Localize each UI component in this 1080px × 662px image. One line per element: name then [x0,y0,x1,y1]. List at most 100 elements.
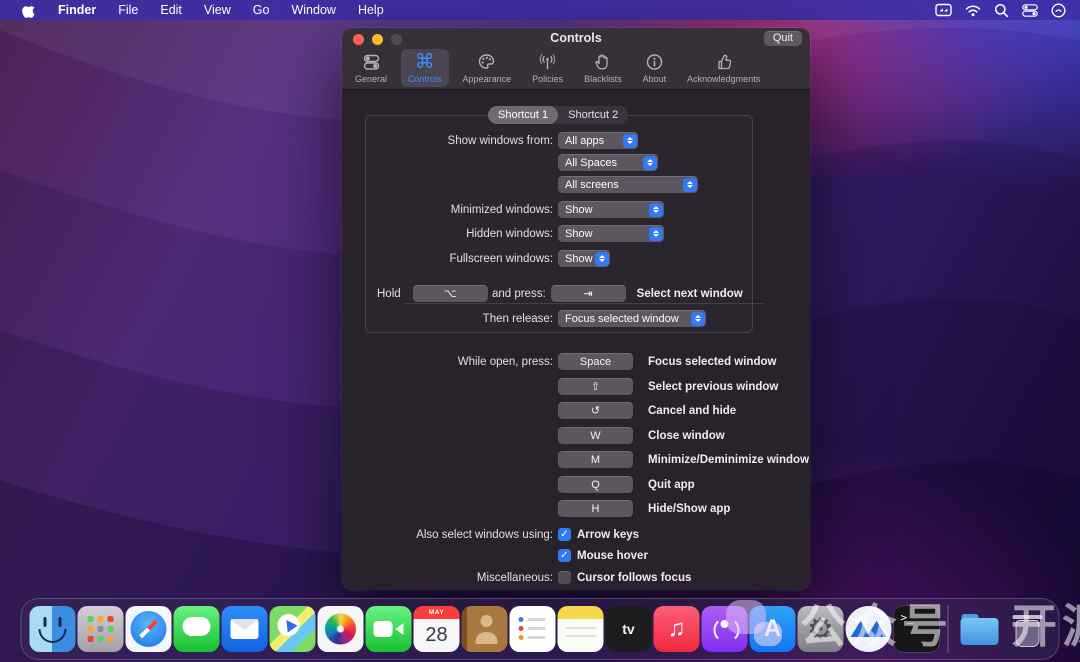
tab-general[interactable]: General [348,49,394,87]
binding-action: Quit app [648,479,695,491]
tv-label: tv [606,606,652,652]
search-icon[interactable] [994,3,1009,18]
selected-value: All apps [565,135,604,147]
tab-about[interactable]: About [636,49,674,87]
dock-calendar-icon[interactable]: MAY 28 [414,606,460,652]
fullscreen-windows-select[interactable]: Show [558,250,610,267]
dock-facetime-icon[interactable] [366,606,412,652]
dock-finder-icon[interactable] [30,606,76,652]
tab-appearance[interactable]: Appearance [456,49,519,87]
window-content: Shortcut 1 Shortcut 2 Show windows from:… [342,90,810,590]
option-key[interactable]: ⌥ [413,285,488,302]
desktop: Finder File Edit View Go Window Help [0,0,1080,662]
escape-key[interactable]: ↺ [558,402,633,419]
dock: MAY 28 tv >_ [21,598,1060,660]
dock-safari-icon[interactable] [126,606,172,652]
show-windows-from-label: Show windows from: [342,135,553,147]
dock-photos-icon[interactable] [318,606,364,652]
dock-launchpad-icon[interactable] [78,606,124,652]
h-key[interactable]: H [558,500,633,517]
dock-trash-icon[interactable] [1005,606,1051,652]
then-release-select[interactable]: Focus selected window [558,310,706,327]
stepper-icon [683,178,697,192]
selected-value: Show [565,253,593,265]
toggles-icon [361,51,382,73]
binding-action: Focus selected window [648,356,776,368]
stepper-icon [649,203,663,217]
menu-item-window[interactable]: Window [280,0,346,20]
calendar-day: 28 [414,619,460,652]
window-title: Controls [342,28,810,48]
menu-item-file[interactable]: File [107,0,149,20]
dock-downloads-folder-icon[interactable] [957,606,1003,652]
command-icon: ⌘ [415,51,435,73]
dock-maps-icon[interactable] [270,606,316,652]
hand-icon [592,51,613,73]
menu-item-edit[interactable]: Edit [149,0,193,20]
menu-item-view[interactable]: View [193,0,242,20]
hidden-windows-label: Hidden windows: [342,228,553,240]
terminal-prompt: >_ [901,611,914,624]
mouse-hover-checkbox[interactable]: ✓ [558,549,571,562]
minimized-windows-select[interactable]: Show [558,201,664,218]
and-press-label: and press: [490,288,546,300]
control-center-icon[interactable] [1022,4,1038,17]
binding-action: Select previous window [648,381,778,393]
tab-key[interactable]: ⇥ [551,285,626,302]
spaces-select[interactable]: All Spaces [558,154,658,171]
cursor-follows-focus-checkbox[interactable] [558,571,571,584]
apple-menu-icon[interactable] [10,3,47,18]
dock-terminal-icon[interactable]: >_ [894,606,940,652]
dock-reminders-icon[interactable] [510,606,556,652]
wifi-icon[interactable] [965,4,981,17]
hidden-windows-select[interactable]: Show [558,225,664,242]
calendar-month: MAY [414,606,460,619]
then-release-label: Then release: [342,313,553,325]
menu-item-finder[interactable]: Finder [47,0,107,20]
shift-key[interactable]: ⇧ [558,378,633,395]
dock-system-settings-icon[interactable] [798,606,844,652]
space-key[interactable]: Space [558,353,633,370]
dock-mail-icon[interactable] [222,606,268,652]
mouse-hover-label: Mouse hover [577,550,648,562]
dock-tv-icon[interactable]: tv [606,606,652,652]
dock-messages-icon[interactable] [174,606,220,652]
tab-label: Blacklists [584,74,622,84]
dock-contacts-icon[interactable] [462,606,508,652]
quit-button[interactable]: Quit [764,31,802,46]
fullscreen-windows-label: Fullscreen windows: [342,253,553,265]
w-key[interactable]: W [558,427,633,444]
dock-notes-icon[interactable] [558,606,604,652]
arrow-keys-checkbox[interactable]: ✓ [558,528,571,541]
tab-label: General [355,74,387,84]
cursor-follows-focus-label: Cursor follows focus [577,572,691,584]
tab-label: Appearance [463,74,512,84]
dock-mountain-app-icon[interactable] [846,606,892,652]
m-key[interactable]: M [558,451,633,468]
dock-music-icon[interactable] [654,606,700,652]
dock-podcasts-icon[interactable] [702,606,748,652]
selected-value: All screens [565,179,619,191]
alttab-menu-icon[interactable] [935,3,952,17]
tab-controls[interactable]: ⌘ Controls [401,49,449,87]
siri-icon[interactable] [1051,3,1066,18]
apps-select[interactable]: All apps [558,132,638,149]
while-open-label: While open, press: [342,356,553,368]
stepper-icon [595,252,609,266]
miscellaneous-label: Miscellaneous: [342,572,553,584]
screens-select[interactable]: All screens [558,176,698,193]
antenna-icon [537,51,558,73]
tab-blacklists[interactable]: Blacklists [577,49,629,87]
tab-acknowledgments[interactable]: Acknowledgments [680,49,767,87]
toolbar-tabs: General ⌘ Controls Appearance Polici [348,49,767,90]
tab-policies[interactable]: Policies [525,49,570,87]
menu-item-go[interactable]: Go [242,0,281,20]
tab-shortcut-1[interactable]: Shortcut 1 [488,106,558,124]
tab-shortcut-2[interactable]: Shortcut 2 [558,106,628,124]
hold-action-label: Select next window [637,288,743,300]
dock-app-store-icon[interactable] [750,606,796,652]
q-key[interactable]: Q [558,476,633,493]
arrow-keys-label: Arrow keys [577,529,639,541]
menu-item-help[interactable]: Help [347,0,395,20]
binding-action: Hide/Show app [648,503,730,515]
